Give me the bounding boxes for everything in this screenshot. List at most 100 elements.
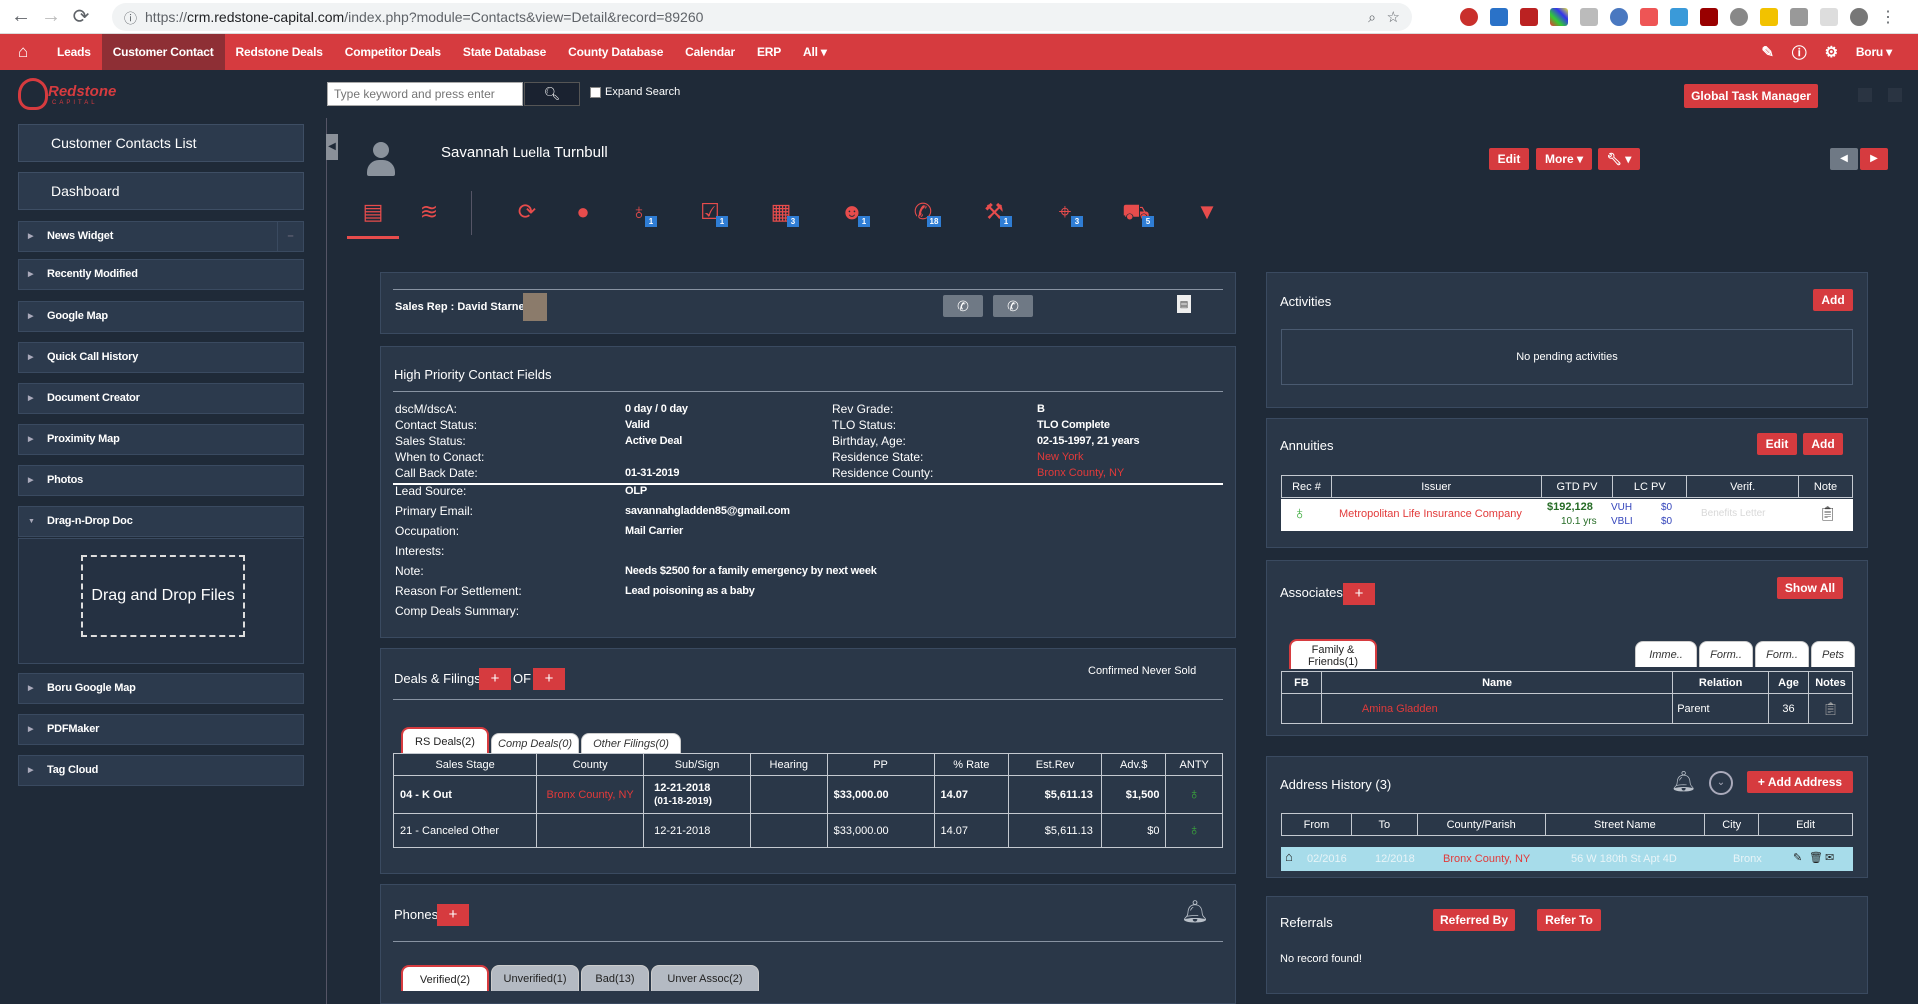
layers-icon[interactable]: ≋ [409, 193, 449, 233]
table-row[interactable]: 04 - K Out Bronx County, NY 12-21-2018 (0… [392, 775, 1223, 814]
address-bar[interactable]: ⓘ https://crm.redstone-capital.com/index… [112, 3, 1412, 31]
nav-erp[interactable]: ERP [746, 34, 792, 70]
sidebar-item-recently-modified[interactable]: ▶ Recently Modified [18, 259, 304, 290]
extension-icon[interactable] [1760, 8, 1778, 26]
home-icon[interactable]: ⌂ [0, 34, 46, 70]
extension-icon[interactable] [1730, 8, 1748, 26]
sidebar-collapse-toggle[interactable]: ◀ [326, 134, 338, 160]
tools-dropdown-button[interactable]: 🔧︎ ▾ [1598, 148, 1640, 170]
extension-icon[interactable] [1640, 8, 1658, 26]
cell-sales-stage[interactable]: 21 - Canceled Other [392, 813, 538, 848]
nav-county-database[interactable]: County Database [557, 34, 674, 70]
gear-icon[interactable]: ⚙ [1825, 43, 1838, 61]
address-row[interactable]: ⌂ 02/2016 12/2018 Bronx County, NY 56 W … [1281, 847, 1853, 871]
tab-family-friends[interactable]: Family & Friends(1) [1289, 639, 1377, 669]
add-deal-button[interactable]: + [479, 668, 511, 690]
clipboard-icon[interactable]: 📋︎ [1822, 701, 1839, 716]
hangup-button[interactable]: ✆ [943, 295, 983, 317]
bookmark-star-icon[interactable]: ☆ [1387, 8, 1400, 26]
extension-icon[interactable] [1520, 8, 1538, 26]
sidebar-item-document-creator[interactable]: ▶ Document Creator [18, 383, 304, 414]
reload-icon[interactable]: ⟳ [66, 2, 96, 32]
address-county[interactable]: Bronx County, NY [1443, 853, 1530, 865]
trash-icon[interactable]: 🗑︎ [1809, 851, 1823, 864]
house-icon[interactable]: ⌂ [1285, 849, 1293, 864]
redstone-logo[interactable]: Redstone CAPITAL [18, 76, 138, 110]
caret-down-icon[interactable]: ▼ [1187, 193, 1227, 233]
refresh-icon[interactable]: ⟳ [507, 193, 547, 233]
extension-icon[interactable] [1820, 8, 1838, 26]
expand-search-checkbox[interactable] [590, 86, 601, 98]
table-row[interactable]: 21 - Canceled Other 12-21-2018 $33,000.0… [392, 813, 1223, 848]
edit-contact-button[interactable]: Edit [1489, 148, 1529, 170]
tab-verified[interactable]: Verified(2) [401, 965, 489, 991]
tab-bad[interactable]: Bad(13) [581, 965, 649, 991]
header-right-icon[interactable] [1858, 88, 1872, 102]
summary-card-icon[interactable]: ▤ [353, 193, 393, 233]
extension-icon[interactable] [1670, 8, 1688, 26]
sidebar-item-proximity-map[interactable]: ▶ Proximity Map [18, 424, 304, 455]
tab-unver-assoc[interactable]: Unver Assoc(2) [651, 965, 759, 991]
sidebar-item-quick-call-history[interactable]: ▶ Quick Call History [18, 342, 304, 373]
bell-icon[interactable]: 🔔︎ [1671, 769, 1696, 794]
cell-associate-name[interactable]: Amina Gladden [1320, 693, 1674, 724]
tab-rs-deals[interactable]: RS Deals(2) [401, 727, 489, 753]
info-icon[interactable]: ⓘ [124, 8, 137, 27]
abp-extension-icon[interactable] [1460, 8, 1478, 26]
global-search-input[interactable] [327, 82, 523, 106]
add-address-button[interactable]: + Add Address [1747, 771, 1853, 793]
add-activity-button[interactable]: Add [1813, 289, 1853, 311]
drag-drop-zone[interactable]: Drag and Drop Files [81, 555, 245, 637]
pencil-icon[interactable]: ✎ [1761, 43, 1774, 61]
zoom-icon[interactable]: ⌕ [1368, 9, 1376, 26]
sidebar-item-tag-cloud[interactable]: ▶ Tag Cloud [18, 755, 304, 786]
chevron-down-circle-icon[interactable]: ⌄ [1709, 771, 1733, 795]
tab-former-1[interactable]: Form.. [1699, 641, 1753, 667]
sidebar-item-drag-n-drop-doc[interactable]: ▼ Drag-n-Drop Doc [18, 506, 304, 537]
extension-icon[interactable] [1580, 8, 1598, 26]
next-record-button[interactable]: ▶ [1860, 148, 1888, 170]
gavel-icon[interactable]: ⚒ 1 [974, 193, 1014, 233]
back-arrow-icon[interactable]: ← [6, 2, 36, 32]
add-associate-button[interactable]: + [1343, 583, 1375, 605]
tab-other-filings[interactable]: Other Filings(0) [581, 733, 681, 753]
clipboard-icon[interactable]: 📋︎ [1819, 505, 1837, 522]
collapse-icon[interactable]: – [277, 222, 303, 251]
money-bag-icon[interactable]: ♁ 1 [619, 193, 659, 233]
map-marker-icon[interactable]: ⌖ 3 [1045, 193, 1085, 233]
tab-comp-deals[interactable]: Comp Deals(0) [491, 733, 579, 753]
users-icon[interactable]: ☻ 1 [832, 193, 872, 233]
user-menu[interactable]: Boru ▾ [1856, 45, 1892, 59]
refer-to-button[interactable]: Refer To [1537, 909, 1601, 931]
nav-state-database[interactable]: State Database [452, 34, 557, 70]
add-phone-button[interactable]: + [437, 904, 469, 926]
tab-immediate[interactable]: Imme.. [1635, 641, 1697, 667]
extension-icon[interactable] [1550, 8, 1568, 26]
header-right-icon[interactable] [1888, 88, 1902, 102]
extension-icon[interactable] [1790, 8, 1808, 26]
table-row[interactable]: Amina Gladden Parent 36 📋︎ [1281, 693, 1853, 724]
sidebar-customer-contacts-list[interactable]: Customer Contacts List [18, 124, 304, 162]
shield-extension-icon[interactable] [1700, 8, 1718, 26]
pencil-icon[interactable]: ✎ [1793, 851, 1802, 864]
show-all-button[interactable]: Show All [1777, 577, 1843, 599]
extension-icon[interactable] [1610, 8, 1628, 26]
sidebar-item-news-widget[interactable]: ▶ News Widget – [18, 221, 304, 252]
expand-search[interactable]: Expand Search [590, 86, 680, 98]
sidebar-item-boru-google-map[interactable]: ▶ Boru Google Map [18, 673, 304, 704]
search-button[interactable]: 🔍︎ [524, 82, 580, 106]
envelope-icon[interactable]: ✉ [1825, 851, 1834, 864]
sidebar-item-pdfmaker[interactable]: ▶ PDFMaker [18, 714, 304, 745]
more-button[interactable]: More ▾ [1536, 148, 1592, 170]
money-bag-icon[interactable]: ♁ [1188, 822, 1200, 839]
add-of-button[interactable]: + [533, 668, 565, 690]
nav-calendar[interactable]: Calendar [674, 34, 746, 70]
sidebar-item-google-map[interactable]: ▶ Google Map [18, 301, 304, 332]
cell-sales-stage[interactable]: 04 - K Out [392, 775, 538, 814]
forward-arrow-icon[interactable]: → [36, 2, 66, 32]
global-task-manager-button[interactable]: Global Task Manager [1684, 84, 1818, 108]
tab-former-2[interactable]: Form.. [1755, 641, 1809, 667]
sidebar-dashboard[interactable]: Dashboard [18, 172, 304, 210]
document-icon[interactable]: ▦ 3 [761, 193, 801, 233]
comment-icon[interactable]: ● [563, 193, 603, 233]
